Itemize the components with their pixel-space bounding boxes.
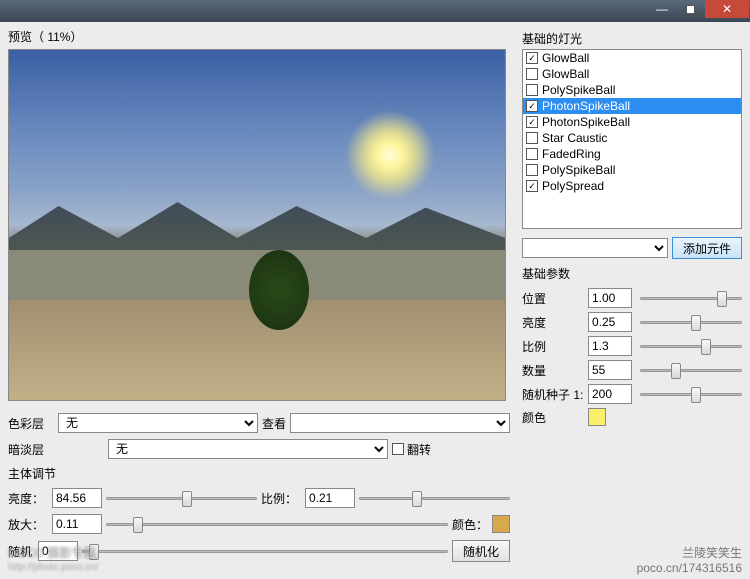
light-panel-title: 基础的灯光 — [522, 30, 742, 47]
param-input[interactable] — [588, 288, 632, 308]
params-title: 基础参数 — [522, 265, 742, 282]
list-item-label: PolySpikeBall — [542, 163, 615, 177]
checkbox-icon[interactable] — [526, 148, 538, 160]
param-label: 比例 — [522, 338, 588, 355]
param-slider[interactable] — [640, 312, 742, 332]
color-swatch[interactable] — [492, 515, 510, 533]
checkbox-icon[interactable]: ✓ — [526, 116, 538, 128]
ratio-label: 比例： — [261, 490, 301, 507]
watermark-right: 兰陵笑笑生poco.cn/174316516 — [637, 544, 742, 575]
ratio-slider[interactable] — [359, 488, 510, 508]
zoom-slider[interactable] — [106, 514, 448, 534]
color-layer-label: 色彩层 — [8, 415, 54, 432]
preview-label: 预览（ 11%） — [8, 28, 510, 45]
list-item-label: FadedRing — [542, 147, 601, 161]
right-color-label: 颜色 — [522, 409, 588, 426]
add-element-button[interactable]: 添加元件 — [672, 237, 742, 259]
list-item-label: GlowBall — [542, 51, 589, 65]
brightness-input[interactable] — [52, 488, 102, 508]
list-item[interactable]: ✓ PhotonSpikeBall — [523, 114, 741, 130]
view-label: 查看 — [262, 415, 286, 432]
list-item[interactable]: ✓ GlowBall — [523, 50, 741, 66]
color-label: 颜色： — [452, 516, 488, 533]
list-item-label: Star Caustic — [542, 131, 607, 145]
subject-adjust-label: 主体调节 — [8, 465, 56, 482]
list-item[interactable]: Star Caustic — [523, 130, 741, 146]
checkbox-icon[interactable]: ✓ — [526, 180, 538, 192]
param-slider[interactable] — [640, 336, 742, 356]
list-item[interactable]: FadedRing — [523, 146, 741, 162]
param-input[interactable] — [588, 336, 632, 356]
list-item[interactable]: PolySpikeBall — [523, 162, 741, 178]
zoom-label: 放大： — [8, 516, 48, 533]
right-color-swatch[interactable] — [588, 408, 606, 426]
list-item-label: PolySpread — [542, 179, 604, 193]
checkbox-icon[interactable] — [526, 84, 538, 96]
window-titlebar: — ✕ — [0, 0, 750, 22]
checkbox-icon[interactable]: ✓ — [526, 52, 538, 64]
brightness-label: 亮度： — [8, 490, 48, 507]
zoom-input[interactable] — [52, 514, 102, 534]
list-item[interactable]: GlowBall — [523, 66, 741, 82]
dark-layer-label: 暗淡层 — [8, 441, 54, 458]
param-label: 数量 — [522, 362, 588, 379]
param-label: 亮度 — [522, 314, 588, 331]
checkbox-icon[interactable] — [526, 68, 538, 80]
list-item-label: PhotonSpikeBall — [542, 99, 630, 113]
param-label: 位置 — [522, 290, 588, 307]
minimize-button[interactable]: — — [649, 0, 675, 18]
light-list[interactable]: ✓ GlowBall GlowBall PolySpikeBall ✓ PhotonSpi… — [522, 49, 742, 229]
param-input[interactable] — [588, 384, 632, 404]
list-item-label: GlowBall — [542, 67, 589, 81]
checkbox-icon[interactable] — [526, 132, 538, 144]
brightness-slider[interactable] — [106, 488, 257, 508]
maximize-button[interactable] — [677, 0, 703, 18]
color-layer-select[interactable]: 无 — [58, 413, 258, 433]
random-slider[interactable] — [82, 541, 448, 561]
param-slider[interactable] — [640, 288, 742, 308]
param-slider[interactable] — [640, 360, 742, 380]
random-input[interactable] — [38, 541, 78, 561]
list-item-label: PhotonSpikeBall — [542, 115, 630, 129]
randomize-button[interactable]: 随机化 — [452, 540, 510, 562]
flip-checkbox[interactable]: 翻转 — [392, 441, 431, 458]
param-slider[interactable] — [640, 384, 742, 404]
list-item[interactable]: ✓ PhotonSpikeBall — [523, 98, 741, 114]
dark-layer-select[interactable]: 无 — [108, 439, 388, 459]
param-label: 随机种子 1: — [522, 386, 588, 403]
list-item[interactable]: ✓ PolySpread — [523, 178, 741, 194]
param-input[interactable] — [588, 360, 632, 380]
random-label: 随机 — [8, 543, 34, 560]
ratio-input[interactable] — [305, 488, 355, 508]
list-item-label: PolySpikeBall — [542, 83, 615, 97]
view-select[interactable] — [290, 413, 510, 433]
close-button[interactable]: ✕ — [705, 0, 749, 18]
element-select[interactable] — [522, 238, 668, 258]
preview-image — [8, 49, 506, 401]
param-input[interactable] — [588, 312, 632, 332]
list-item[interactable]: PolySpikeBall — [523, 82, 741, 98]
checkbox-icon[interactable] — [526, 164, 538, 176]
checkbox-icon[interactable]: ✓ — [526, 100, 538, 112]
